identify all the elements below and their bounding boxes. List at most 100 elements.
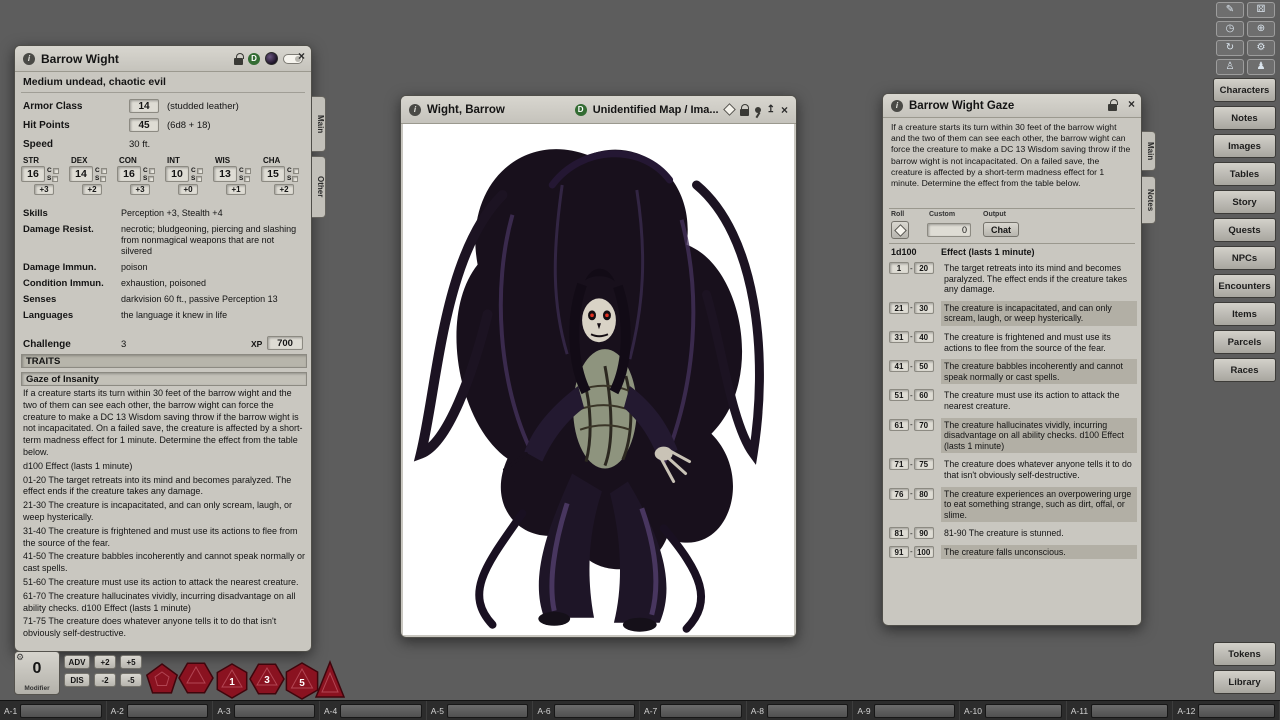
sidebar-item-npcs[interactable]: NPCs [1213, 246, 1276, 270]
ability-score-field[interactable]: 13 [213, 166, 237, 182]
tab-main[interactable]: Main [1142, 131, 1156, 171]
hotkey-slot[interactable] [234, 704, 315, 718]
sidebar-item-parcels[interactable]: Parcels [1213, 330, 1276, 354]
save-checkbox[interactable] [100, 176, 106, 182]
sidebar-item-tokens[interactable]: Tokens [1213, 642, 1276, 666]
check-checkbox[interactable] [245, 168, 251, 174]
hotkey-slot[interactable] [447, 704, 528, 718]
tab-notes[interactable]: Notes [1142, 176, 1156, 224]
hotkey-slot[interactable] [874, 704, 955, 718]
sidebar-item-notes[interactable]: Notes [1213, 106, 1276, 130]
dice-button[interactable]: ⚄ [1247, 2, 1275, 18]
die-d4[interactable] [316, 662, 344, 697]
range-to[interactable]: 80 [914, 488, 934, 500]
ability-score-field[interactable]: 15 [261, 166, 285, 182]
range-to[interactable]: 50 [914, 360, 934, 372]
targeting-button[interactable]: ⊕ [1247, 21, 1275, 37]
range-to[interactable]: 20 [914, 262, 934, 274]
npc-window-titlebar[interactable]: i Barrow Wight D × [15, 46, 311, 72]
range-to[interactable]: 30 [914, 302, 934, 314]
roll-die-button[interactable] [891, 221, 909, 239]
sidebar-item-characters[interactable]: Characters [1213, 78, 1276, 102]
minus2-button[interactable]: -2 [94, 673, 116, 687]
ability-mod[interactable]: +3 [34, 184, 54, 195]
lock-icon[interactable] [234, 58, 243, 65]
sidebar-item-items[interactable]: Items [1213, 302, 1276, 326]
sidebar-item-library[interactable]: Library [1213, 670, 1276, 694]
ability-mod[interactable]: +1 [226, 184, 246, 195]
info-icon[interactable]: i [409, 104, 421, 116]
save-checkbox[interactable] [292, 176, 298, 182]
modifier-box[interactable]: ⚙ 0 Modifier [14, 651, 60, 695]
range-to[interactable]: 70 [914, 419, 934, 431]
ability-mod[interactable]: +2 [82, 184, 102, 195]
options-button[interactable]: ⚙ [1247, 40, 1275, 56]
hotkey-slot[interactable] [1091, 704, 1168, 718]
custom-modifier-field[interactable]: 0 [927, 223, 971, 237]
sidebar-item-encounters[interactable]: Encounters [1213, 274, 1276, 298]
ability-score-field[interactable]: 16 [21, 166, 45, 182]
image-window-titlebar[interactable]: i Wight, Barrow D Unidentified Map / Ima… [401, 96, 796, 124]
pin-icon[interactable] [755, 107, 761, 113]
save-checkbox[interactable] [148, 176, 154, 182]
ability-mod[interactable]: +2 [274, 184, 294, 195]
sidebar-item-story[interactable]: Story [1213, 190, 1276, 214]
range-from[interactable]: 1 [889, 262, 909, 274]
ability-score-field[interactable]: 10 [165, 166, 189, 182]
party-button[interactable]: ♟ [1247, 59, 1275, 75]
hotkey-slot[interactable] [660, 704, 741, 718]
check-checkbox[interactable] [101, 168, 107, 174]
range-from[interactable]: 61 [889, 419, 909, 431]
token-icon[interactable] [265, 52, 278, 65]
xp-field[interactable]: 700 [267, 336, 303, 350]
minus5-button[interactable]: -5 [120, 673, 142, 687]
character-button[interactable]: ♙ [1216, 59, 1244, 75]
chat-output-button[interactable]: Chat [983, 222, 1019, 237]
lock-icon[interactable] [740, 109, 749, 116]
image-canvas[interactable] [403, 124, 794, 635]
hotkey-slot[interactable] [127, 704, 208, 718]
range-from[interactable]: 21 [889, 302, 909, 314]
disadvantage-button[interactable]: DIS [64, 673, 90, 687]
hotkey-slot[interactable] [1198, 704, 1275, 718]
hotkey-slot[interactable] [20, 704, 101, 718]
check-checkbox[interactable] [293, 168, 299, 174]
die-d10[interactable]: 1 [217, 664, 246, 698]
check-checkbox[interactable] [197, 168, 203, 174]
ability-mod[interactable]: +3 [130, 184, 150, 195]
sidebar-item-images[interactable]: Images [1213, 134, 1276, 158]
table-window-titlebar[interactable]: i Barrow Wight Gaze [883, 94, 1141, 118]
range-to[interactable]: 60 [914, 389, 934, 401]
close-icon[interactable]: × [298, 50, 305, 62]
hotkey-slot[interactable] [340, 704, 421, 718]
save-checkbox[interactable] [196, 176, 202, 182]
clock-button[interactable]: ◷ [1216, 21, 1244, 37]
check-checkbox[interactable] [149, 168, 155, 174]
range-from[interactable]: 41 [889, 360, 909, 372]
die-d6[interactable] [147, 664, 177, 693]
ability-score-field[interactable]: 16 [117, 166, 141, 182]
range-to[interactable]: 40 [914, 331, 934, 343]
close-icon[interactable]: × [781, 104, 788, 116]
die-d8[interactable] [179, 663, 213, 692]
maximize-icon[interactable]: ↥ [767, 104, 775, 115]
hotkey-slot[interactable] [985, 704, 1062, 718]
die-d12[interactable]: 3 [250, 664, 284, 693]
ability-mod[interactable]: +0 [178, 184, 198, 195]
range-from[interactable]: 31 [889, 331, 909, 343]
die-d20[interactable]: 5 [286, 663, 317, 699]
range-from[interactable]: 81 [889, 527, 909, 539]
tab-main[interactable]: Main [312, 96, 326, 152]
range-to[interactable]: 90 [914, 527, 934, 539]
advantage-button[interactable]: ADV [64, 655, 90, 669]
plus2-button[interactable]: +2 [94, 655, 116, 669]
trait-name[interactable]: Gaze of Insanity [21, 372, 307, 386]
armor-class-field[interactable]: 14 [129, 99, 159, 113]
close-icon[interactable]: × [1128, 98, 1135, 110]
lock-icon[interactable] [1108, 104, 1117, 111]
sidebar-item-quests[interactable]: Quests [1213, 218, 1276, 242]
hotkey-slot[interactable] [554, 704, 635, 718]
range-from[interactable]: 91 [889, 546, 909, 558]
tab-other[interactable]: Other [312, 156, 326, 218]
range-from[interactable]: 51 [889, 389, 909, 401]
